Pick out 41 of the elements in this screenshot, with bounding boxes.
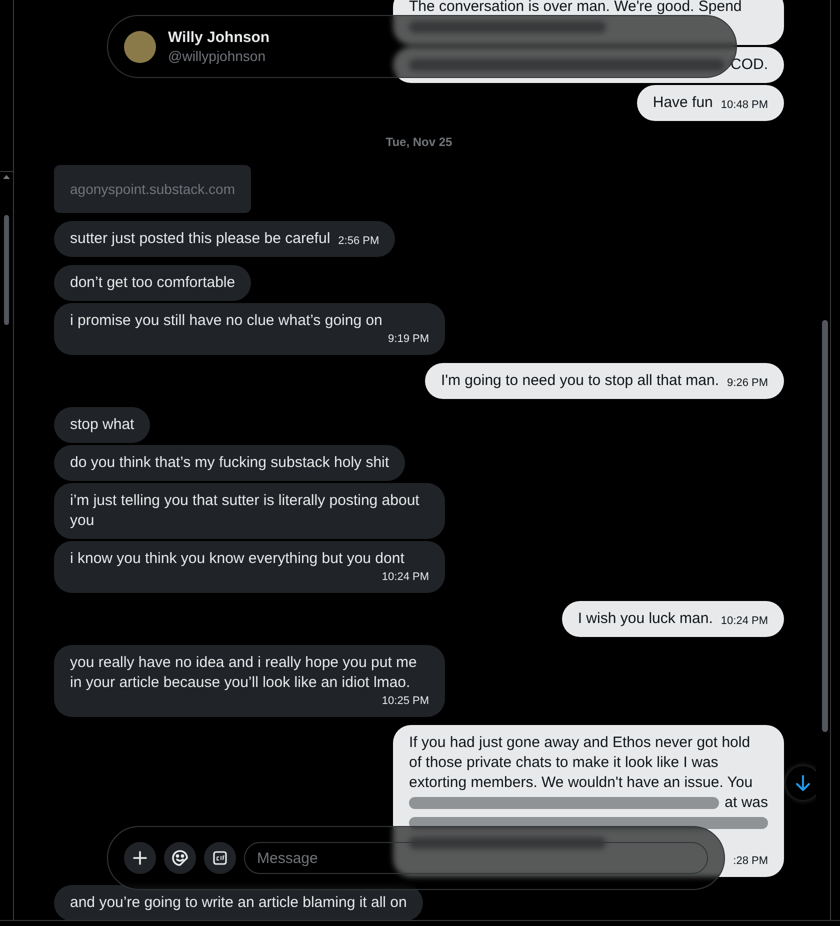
scroll-up-icon[interactable] (3, 175, 10, 179)
message-text: The conversation is over man. We're good. Spend (409, 0, 742, 17)
message-text: of those private chats to make it look like I was (409, 753, 718, 773)
message-text: I wish you luck man. (578, 609, 713, 629)
message-text: If you had just gone away and Ethos never got hold (409, 733, 750, 753)
arrow-down-icon (795, 774, 811, 792)
message-time: 9:19 PM (387, 332, 429, 347)
message-time: 9:26 PM (726, 376, 768, 391)
message-text: stop what (70, 415, 134, 435)
add-button[interactable] (124, 842, 156, 874)
plus-icon (132, 850, 148, 866)
message-text: don’t get too comfortable (70, 273, 236, 293)
message-time: 10:25 PM (380, 694, 429, 709)
message-time: 10:24 PM (380, 570, 429, 585)
scrollbar-thumb[interactable] (4, 215, 9, 325)
message-text: and you’re going to write an article blaming it all on (70, 893, 407, 913)
sticker-button[interactable] (164, 842, 196, 874)
contact-name: Willy Johnson (168, 28, 270, 47)
message-text: I'm going to need you to stop all that man. (440, 371, 720, 391)
scroll-down-button[interactable] (786, 766, 816, 800)
message-field[interactable]: Message (244, 842, 708, 874)
message-text: at was (724, 793, 768, 813)
message-text: i know you think you know everything but you dont (70, 549, 404, 569)
gif-icon (213, 851, 227, 865)
message-text: Have fun (652, 93, 713, 113)
message-time: 10:48 PM (720, 98, 768, 113)
smiley-icon (171, 849, 189, 867)
message-time: 2:56 PM (337, 234, 380, 249)
scrollbar-thumb[interactable] (822, 320, 828, 732)
message-text: i promise you still have no clue what’s going on (70, 311, 382, 331)
message-text: extorting members. We wouldn't have an issue. You (409, 773, 753, 793)
message-text: do you think that’s my fucking substack holy shit (70, 453, 390, 473)
message-time: :28 PM (732, 854, 768, 869)
message-text: i’m just telling you that sutter is literally posting about you (70, 491, 420, 531)
avatar (124, 30, 156, 62)
message-text: sutter just posted this please be careful (70, 229, 330, 249)
message-time: 10:24 PM (720, 614, 768, 629)
message-text: you really have no idea and i really hope you put me in your article because you’ll look like an idiot lmao. (70, 653, 418, 693)
gif-button[interactable] (204, 842, 236, 874)
contact-handle: @willypjohnson (168, 47, 266, 65)
date-divider: Tue, Nov 25 (386, 135, 452, 149)
